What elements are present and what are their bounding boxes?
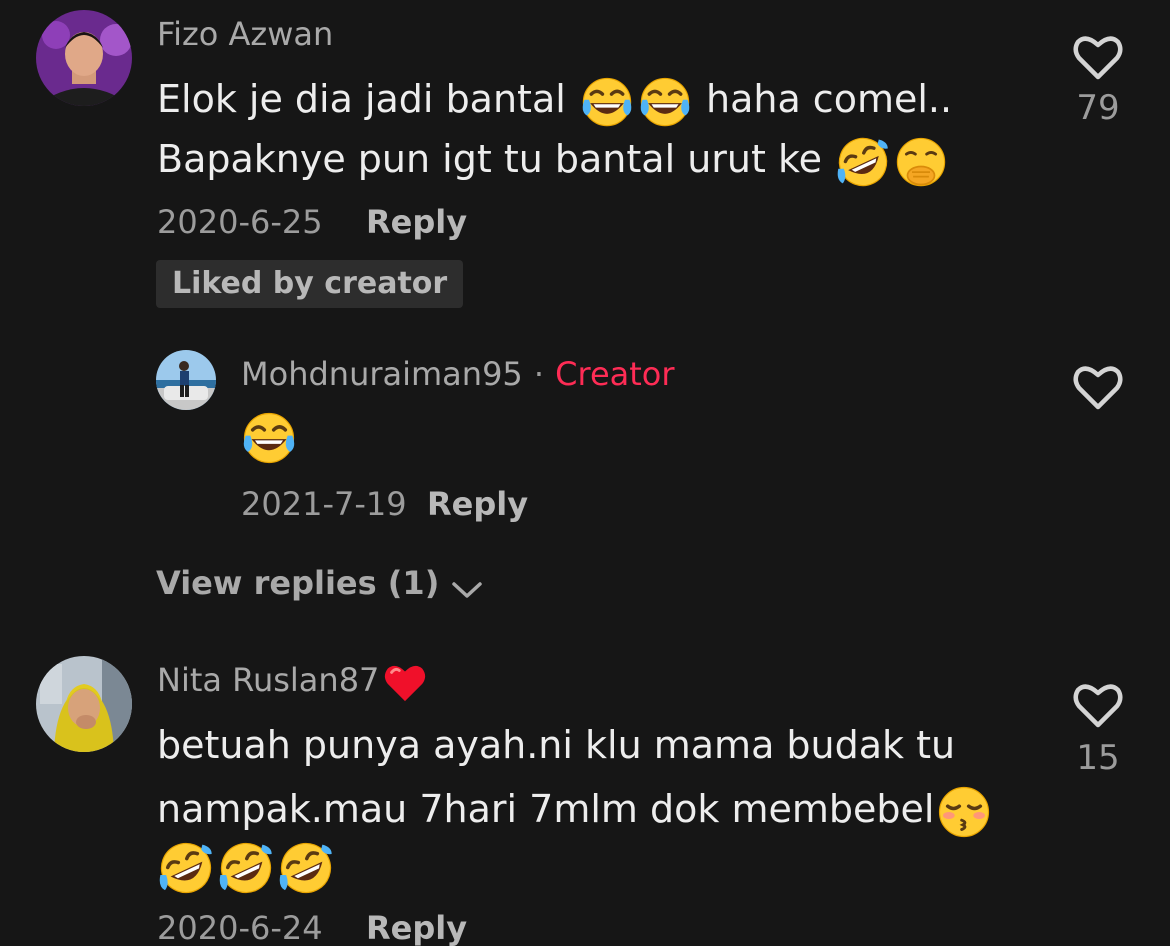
comment-text-part: nampak.mau 7hari 7mlm dok membebel — [157, 787, 935, 831]
reply-button[interactable]: Reply — [366, 908, 467, 946]
reply-header: Mohdnuraiman95 · Creator — [241, 354, 675, 394]
comment-text: betuah punya ayah.ni klu mama budak tu — [157, 723, 956, 767]
comment-text-part: Bapaknye pun igt tu bantal urut ke — [157, 137, 822, 181]
heart-outline-icon — [1071, 360, 1125, 412]
comments-screen: Fizo Azwan Elok je dia jadi bantal haha … — [0, 0, 1170, 946]
comment-author-name[interactable]: Nita Ruslan87 — [157, 661, 379, 699]
view-replies-label: View replies (1) — [156, 564, 440, 602]
red-heart-icon — [383, 663, 427, 703]
avatar[interactable] — [36, 656, 132, 752]
comment-text-part: Elok je dia jadi bantal — [157, 77, 566, 121]
heart-outline-icon — [1071, 678, 1125, 730]
rolling-on-floor-laughing-icon — [218, 840, 274, 896]
like-button[interactable]: 15 — [1058, 676, 1138, 780]
liked-by-creator-badge: Liked by creator — [156, 260, 464, 308]
comment-author-name[interactable]: Fizo Azwan — [157, 14, 333, 54]
comment-author: Nita Ruslan87 — [157, 660, 429, 705]
rolling-on-floor-laughing-icon — [278, 840, 334, 896]
like-button[interactable] — [1058, 358, 1138, 418]
face-with-tears-of-joy-icon — [242, 411, 296, 465]
comment-date: 2020-6-25 — [157, 203, 323, 241]
comment-text-part: haha comel.. — [705, 77, 953, 121]
rolling-on-floor-laughing-icon — [158, 840, 214, 896]
face-with-tears-of-joy-icon — [638, 76, 691, 127]
comment-text: Elok je dia jadi bantal haha comel.. — [157, 68, 952, 130]
face-with-hand-over-mouth-icon — [896, 136, 947, 187]
reply-button[interactable]: Reply — [366, 202, 467, 242]
reply-author-name[interactable]: Mohdnuraiman95 — [241, 355, 523, 393]
comment-date: 2020-6-24 — [157, 909, 323, 946]
like-button[interactable]: 79 — [1058, 28, 1138, 128]
chevron-down-icon — [452, 581, 483, 598]
creator-label: Creator — [555, 355, 675, 393]
heart-outline-icon — [1071, 30, 1125, 82]
rolling-on-floor-laughing-icon — [836, 134, 891, 189]
like-count: 15 — [1076, 738, 1120, 778]
like-count: 79 — [1076, 88, 1120, 128]
comment-emoji-line — [156, 840, 336, 896]
comment-text-line: Bapaknye pun igt tu bantal urut ke — [157, 128, 950, 190]
kissing-face-with-closed-eyes-icon — [938, 785, 991, 838]
avatar[interactable] — [36, 10, 132, 106]
view-replies-button[interactable]: View replies (1) — [156, 563, 484, 603]
reply-button[interactable]: Reply — [427, 484, 528, 524]
separator-dot: · — [533, 355, 545, 393]
comment-text-line: nampak.mau 7hari 7mlm dok membebel — [157, 778, 994, 840]
reply-text — [239, 410, 299, 466]
face-with-tears-of-joy-icon — [580, 76, 633, 127]
reply-date: 2021-7-19 — [241, 485, 407, 523]
avatar[interactable] — [156, 350, 216, 410]
